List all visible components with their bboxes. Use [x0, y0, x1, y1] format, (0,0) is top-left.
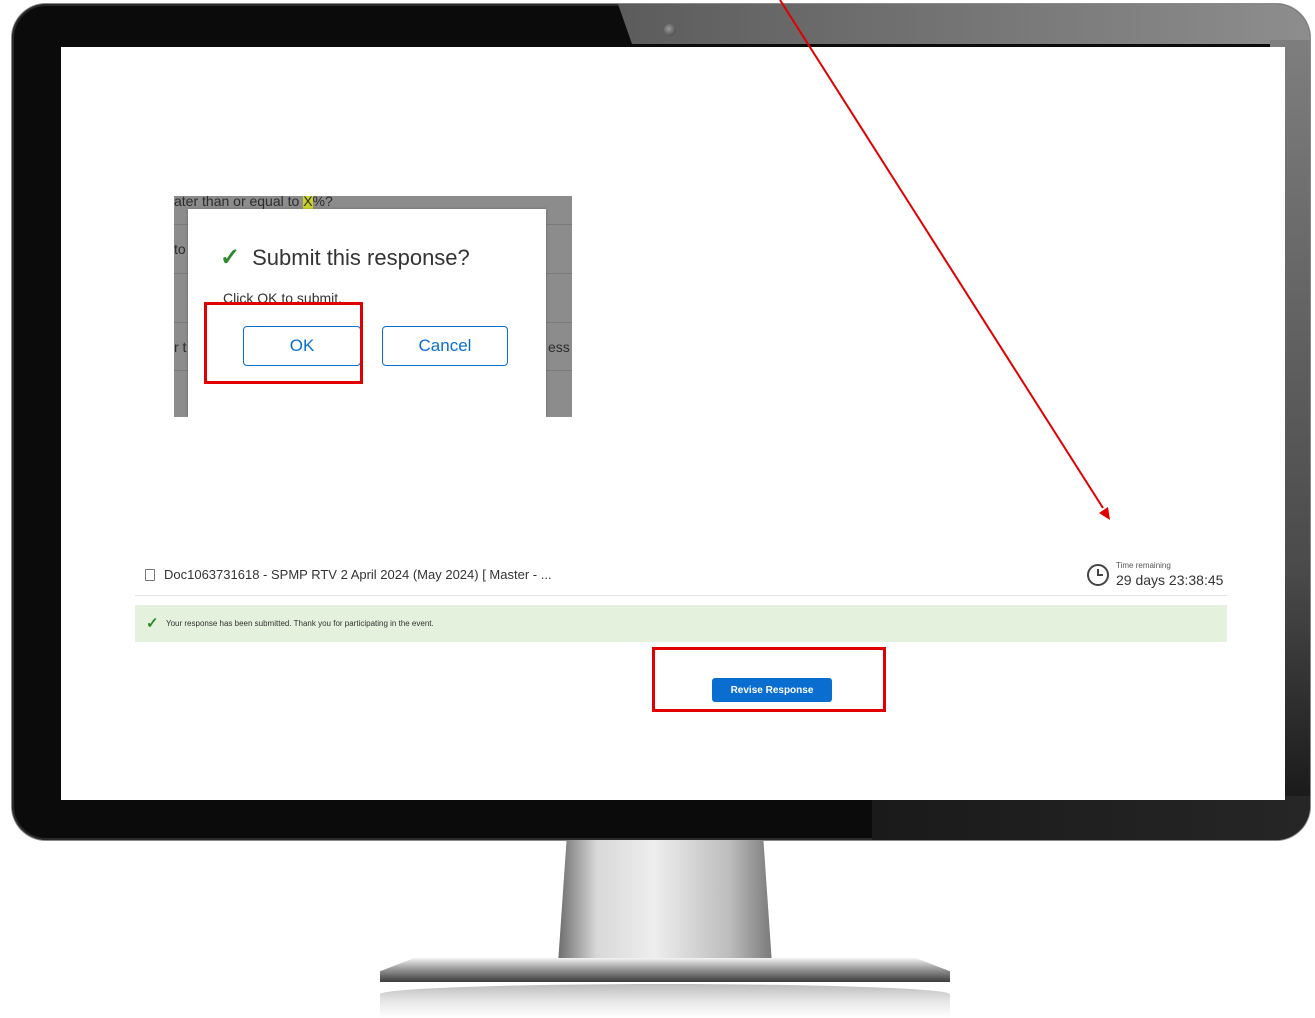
arrow-head-icon	[1099, 507, 1110, 520]
annotation-arrow	[779, 0, 1110, 520]
